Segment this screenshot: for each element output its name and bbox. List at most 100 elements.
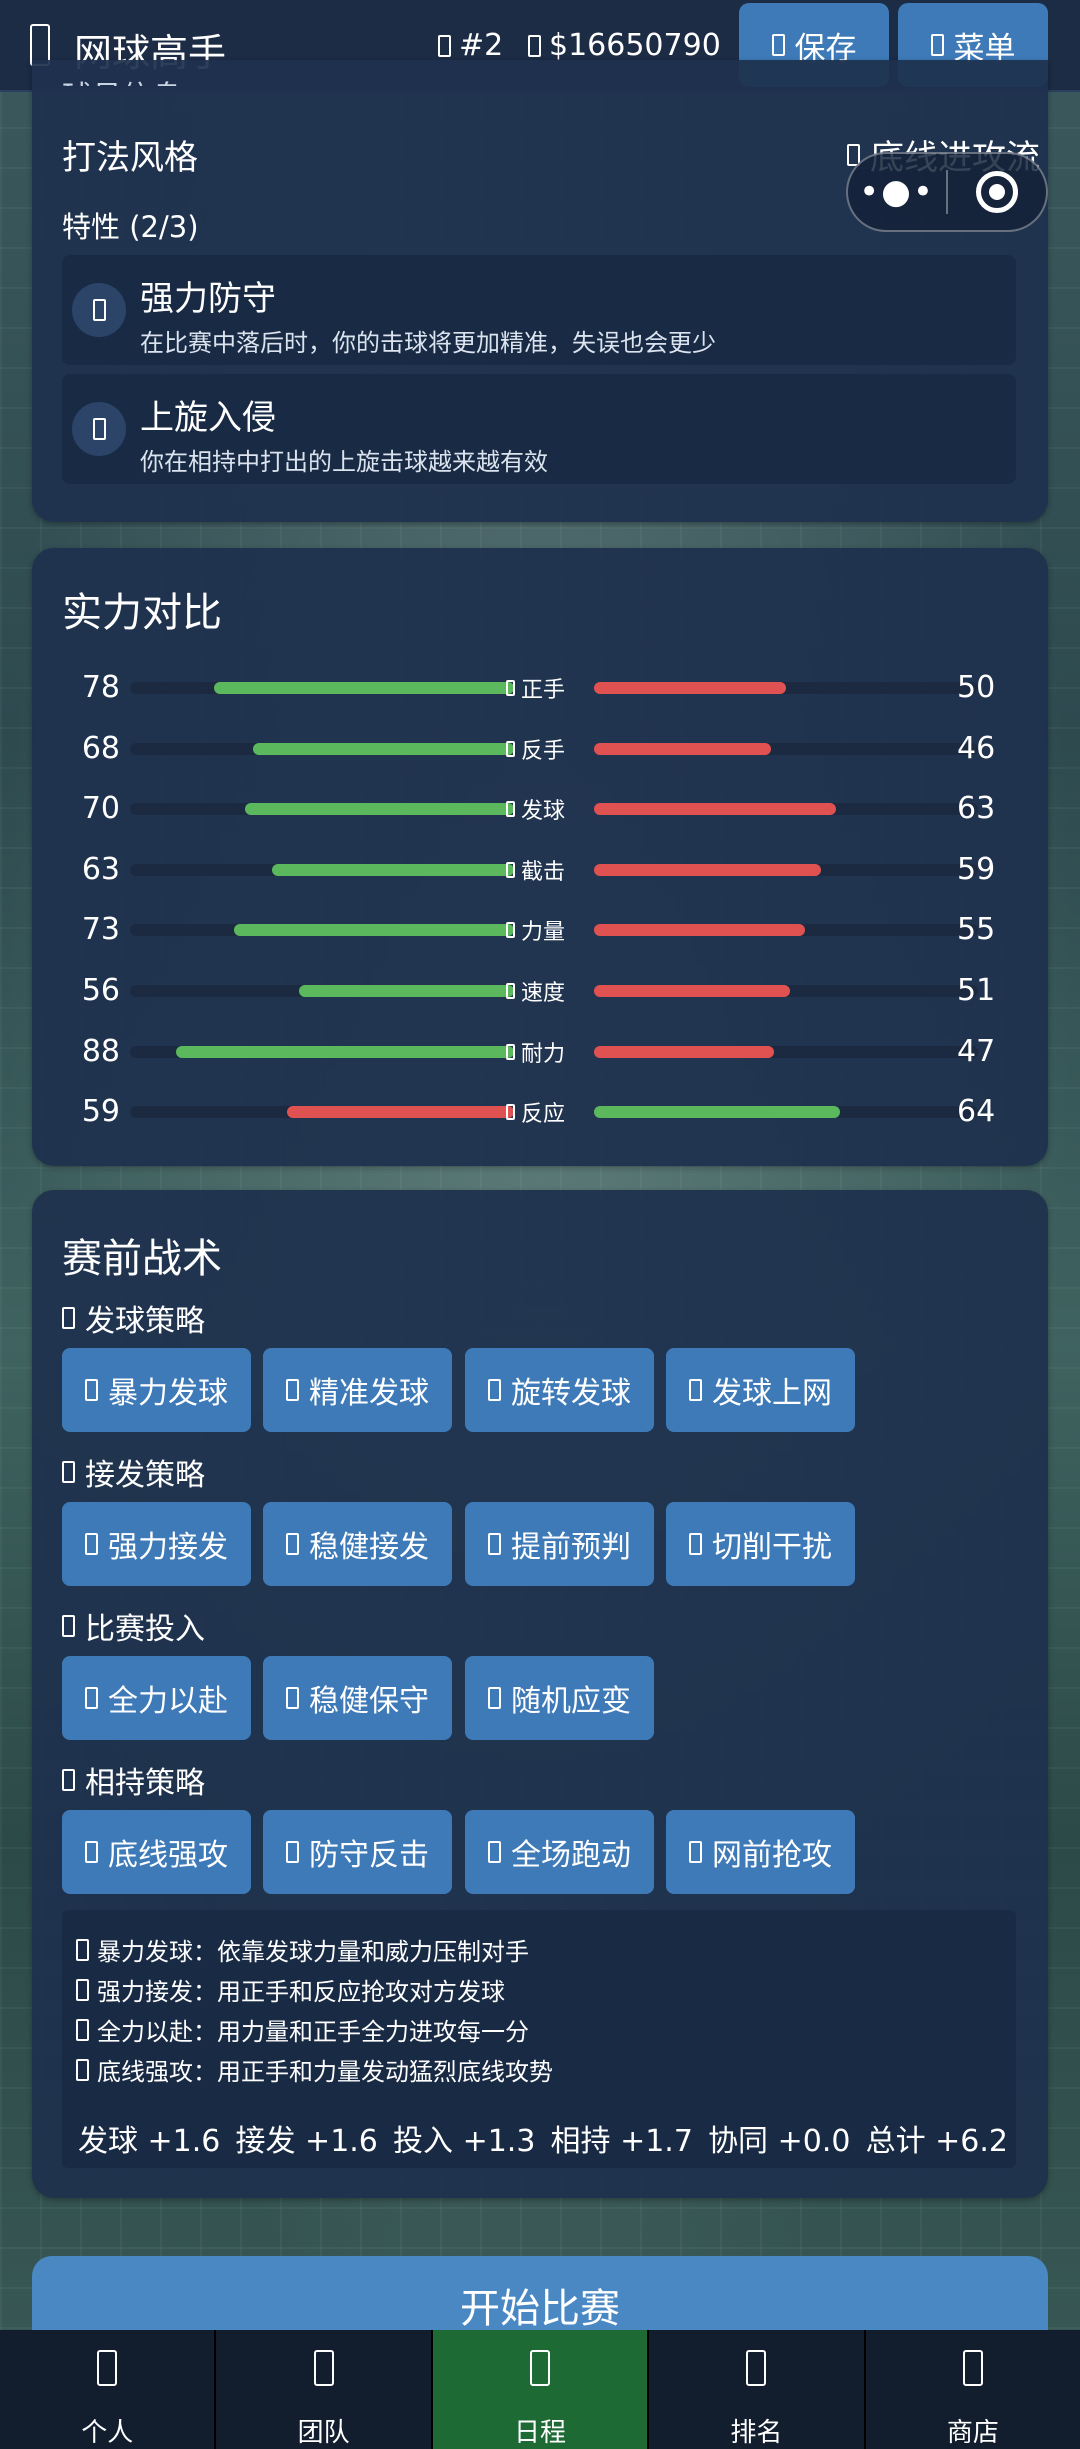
tactic-icon <box>85 1379 98 1401</box>
summary-line: 暴力发球：依靠发球力量和威力压制对手 <box>76 1932 529 1967</box>
bullet-icon <box>76 2018 89 2041</box>
stat-name: 反手 <box>521 738 566 764</box>
opponent-stat-bar <box>594 1106 840 1119</box>
serve-strategy-label: 发球策略 <box>62 1296 205 1340</box>
tactic-option-button[interactable]: 切削干扰 <box>666 1502 855 1586</box>
player-stat-bar <box>245 803 514 816</box>
nav-label: 团队 <box>297 2418 350 2448</box>
tactic-option-button[interactable]: 稳健保守 <box>263 1656 452 1740</box>
team-icon <box>313 2350 334 2386</box>
player-stat-bar <box>233 924 514 937</box>
tactic-option-button[interactable]: 暴力发球 <box>62 1348 251 1432</box>
trait-desc: 你在相持中打出的上旋击球越来越有效 <box>140 448 548 476</box>
opponent-stat-track <box>594 1106 978 1119</box>
player-stat-value: 68 <box>81 730 120 766</box>
tactic-icon <box>689 1841 702 1863</box>
trait-item[interactable]: 上旋入侵 你在相持中打出的上旋击球越来越有效 <box>62 374 1016 484</box>
player-stat-value: 59 <box>81 1094 120 1130</box>
rank-value: #2 <box>459 28 504 63</box>
tactic-option-button[interactable]: 精准发球 <box>263 1348 452 1432</box>
stat-name: 正手 <box>521 678 566 703</box>
save-icon <box>771 34 785 56</box>
nav-item-profile[interactable]: 个人 <box>0 2330 215 2449</box>
stat-icon <box>506 983 515 999</box>
compare-row: 56 速度 51 <box>32 971 1048 1011</box>
compare-row: 68 反手 46 <box>32 729 1048 769</box>
player-stat-value: 88 <box>81 1033 120 1069</box>
opponent-stat-bar <box>594 682 786 694</box>
tactic-option-button[interactable]: 发球上网 <box>666 1348 855 1432</box>
bullet-icon <box>76 2058 89 2081</box>
tactic-option-button[interactable]: 强力接发 <box>62 1502 251 1586</box>
stat-name: 截击 <box>521 859 566 885</box>
tactic-option-button[interactable]: 底线强攻 <box>62 1810 251 1894</box>
summary-line: 强力接发：用正手和反应抢攻对方发球 <box>76 1972 505 2007</box>
opponent-stat-value: 51 <box>957 973 996 1008</box>
profile-heading: 球员信息 <box>62 72 182 86</box>
tactic-icon <box>286 1687 299 1709</box>
tactic-option-button[interactable]: 提前预判 <box>465 1502 654 1586</box>
tactic-option-button[interactable]: 防守反击 <box>263 1810 452 1894</box>
compare-row: 63 截击 59 <box>32 850 1048 890</box>
money-value: $16650790 <box>549 28 721 63</box>
compare-title: 实力对比 <box>62 590 222 636</box>
opponent-stat-value: 63 <box>957 791 996 827</box>
compare-row: 78 正手 50 <box>32 668 1048 708</box>
stat-icon <box>506 1043 515 1060</box>
effort-icon <box>62 1615 75 1637</box>
stat-icon <box>506 1104 515 1121</box>
tactic-icon <box>689 1379 702 1401</box>
stat-name: 耐力 <box>521 1041 566 1067</box>
nav-item-ranking[interactable]: 排名 <box>649 2330 864 2449</box>
compare-row: 88 耐力 47 <box>32 1032 1048 1072</box>
calendar-icon <box>530 2350 551 2386</box>
stat-label: 反手 <box>506 733 586 765</box>
tactic-option-button[interactable]: 旋转发球 <box>465 1348 654 1432</box>
tactic-icon <box>85 1841 98 1863</box>
player-stat-bar <box>176 1045 514 1058</box>
opponent-stat-value: 47 <box>957 1033 996 1069</box>
nav-label: 排名 <box>730 2418 783 2448</box>
money-display: $16650790 <box>528 28 721 63</box>
stat-label: 反应 <box>506 1096 586 1128</box>
mini-program-capsule: •●• <box>846 152 1048 232</box>
player-stat-value: 70 <box>81 791 120 827</box>
tactic-icon <box>689 1533 702 1555</box>
tactics-summary: 暴力发球：依靠发球力量和威力压制对手 强力接发：用正手和反应抢攻对方发球 全力以… <box>62 1910 1016 2168</box>
more-options-icon[interactable]: •●• <box>848 172 946 212</box>
trait-item[interactable]: 强力防守 在比赛中落后时，你的击球将更加精准，失误也会更少 <box>62 255 1016 365</box>
tactic-option-button[interactable]: 全场跑动 <box>465 1810 654 1894</box>
tactic-icon <box>286 1379 299 1401</box>
tactic-option-button[interactable]: 稳健接发 <box>263 1502 452 1586</box>
nav-item-schedule[interactable]: 日程 <box>432 2330 648 2449</box>
stat-icon <box>506 680 515 696</box>
nav-item-team[interactable]: 团队 <box>216 2330 431 2449</box>
nav-label: 个人 <box>81 2418 134 2448</box>
tactic-option-button[interactable]: 网前抢攻 <box>666 1810 855 1894</box>
person-icon <box>97 2350 118 2386</box>
rally-bonus: 相持 +1.7 <box>550 2124 693 2159</box>
tactic-icon <box>85 1687 98 1709</box>
rally-icon <box>62 1769 75 1791</box>
shield-icon <box>72 283 126 337</box>
opponent-stat-track <box>594 682 978 694</box>
stat-label: 正手 <box>506 672 586 704</box>
rally-strategy-label: 相持策略 <box>62 1758 205 1802</box>
opponent-stat-bar <box>594 985 790 997</box>
trait-desc: 在比赛中落后时，你的击球将更加精准，失误也会更少 <box>140 329 716 357</box>
opponent-stat-track <box>594 803 978 816</box>
compare-row: 73 力量 55 <box>32 910 1048 950</box>
opponent-stat-track <box>594 924 978 937</box>
tactic-option-button[interactable]: 全力以赴 <box>62 1656 251 1740</box>
player-stat-value: 73 <box>81 912 120 948</box>
nav-item-shop[interactable]: 商店 <box>865 2330 1080 2449</box>
close-miniprogram-icon[interactable] <box>948 171 1046 213</box>
player-stat-bar <box>298 985 514 997</box>
tactic-icon <box>488 1841 501 1863</box>
total-bonus: 总计 +6.2 <box>865 2124 1008 2159</box>
menu-icon <box>930 34 944 56</box>
opponent-stat-value: 59 <box>957 851 996 887</box>
bottom-nav: 个人 团队 日程 排名 商店 <box>0 2330 1080 2449</box>
compare-row: 70 发球 63 <box>32 789 1048 829</box>
tactic-option-button[interactable]: 随机应变 <box>465 1656 654 1740</box>
